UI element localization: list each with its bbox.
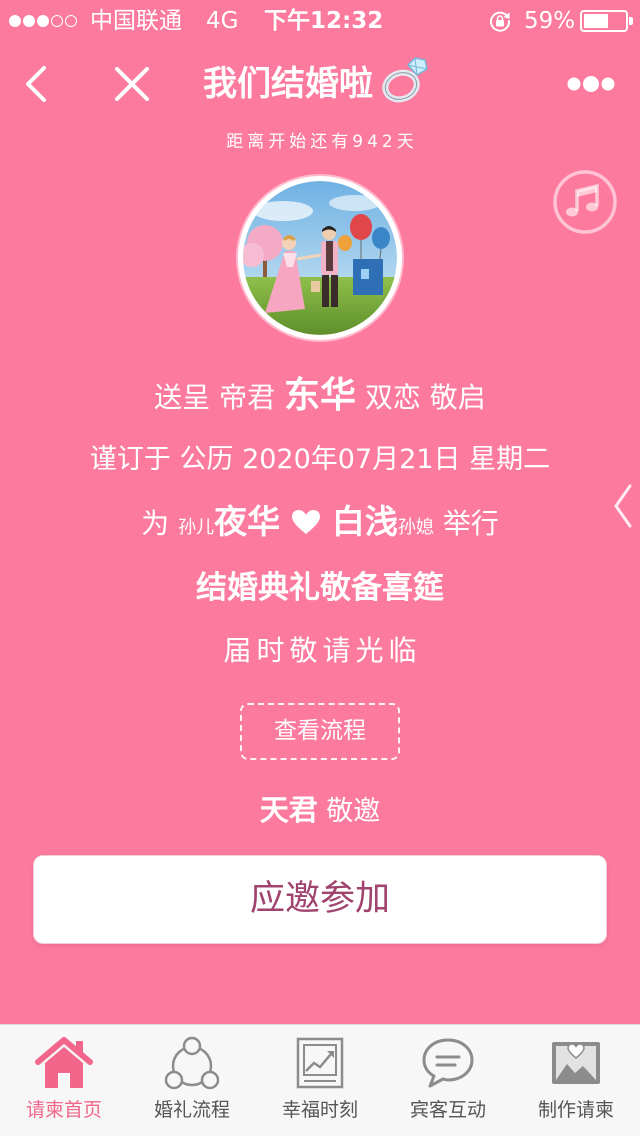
bride-title: 孙媳 xyxy=(397,517,434,538)
connected-circles-icon xyxy=(162,1036,222,1090)
signature-verb: 敬邀 xyxy=(326,796,381,827)
invitation-content: 距离开始还有942天 送呈 帝君 东华 双恋 敬启 谨订于 公历 2020年07… xyxy=(0,0,640,1024)
home-icon xyxy=(34,1036,94,1090)
tab-make-invitation[interactable]: 制作请柬 xyxy=(512,1025,640,1136)
signature-line: 天君 敬邀 xyxy=(0,788,640,832)
tab-happy-moments[interactable]: 幸福时刻 xyxy=(256,1025,384,1136)
tab-label: 婚礼流程 xyxy=(153,1099,230,1121)
bottom-tab-bar: 请柬首页 婚礼流程 幸福时刻 宾客互动 制作请柬 xyxy=(0,1024,640,1136)
countdown-text: 距离开始还有942天 xyxy=(226,132,418,152)
tab-guest-interaction[interactable]: 宾客互动 xyxy=(384,1025,512,1136)
banquet-line: 结婚典礼敬备喜筵 xyxy=(196,570,444,606)
picture-heart-icon xyxy=(546,1036,606,1090)
heart-icon xyxy=(291,509,321,535)
dedication-suffix: 双恋 敬启 xyxy=(364,381,486,414)
couple-photo-avatar xyxy=(238,176,402,340)
welcome-line: 届时敬请光临 xyxy=(223,634,422,667)
chat-bubble-icon xyxy=(418,1036,478,1090)
accept-invitation-button[interactable]: 应邀参加 xyxy=(33,855,607,944)
couple-tail: 举行 xyxy=(442,507,499,540)
chevron-left-icon xyxy=(614,484,632,528)
date-line: 谨订于 公历 2020年07月21日 星期二 xyxy=(89,444,551,475)
music-note-icon xyxy=(553,170,617,234)
tab-wedding-flow[interactable]: 婚礼流程 xyxy=(128,1025,256,1136)
couple-lead: 为 xyxy=(141,507,170,540)
bride-name: 白浅 xyxy=(331,502,398,541)
honoree-name: 东华 xyxy=(283,375,356,416)
tab-label: 制作请柬 xyxy=(537,1099,614,1121)
dedication-prefix: 送呈 帝君 xyxy=(154,381,276,414)
side-drawer-handle[interactable] xyxy=(610,482,636,530)
photo-chart-icon xyxy=(290,1036,350,1090)
signature-host: 天君 xyxy=(259,793,318,827)
music-button[interactable] xyxy=(552,169,618,235)
tab-label: 幸福时刻 xyxy=(281,1099,358,1121)
couple-line: 为 孙儿夜华 白浅孙媳 举行 xyxy=(0,498,640,546)
view-flow-button[interactable]: 查看流程 xyxy=(240,703,400,760)
groom-title: 孙儿 xyxy=(178,517,215,538)
dedication-line: 送呈 帝君 东华 双恋 敬启 xyxy=(0,370,640,422)
groom-name: 夜华 xyxy=(214,502,281,541)
tab-invitation-home[interactable]: 请柬首页 xyxy=(0,1025,128,1136)
tab-label: 请柬首页 xyxy=(25,1099,102,1121)
tab-label: 宾客互动 xyxy=(409,1099,486,1121)
